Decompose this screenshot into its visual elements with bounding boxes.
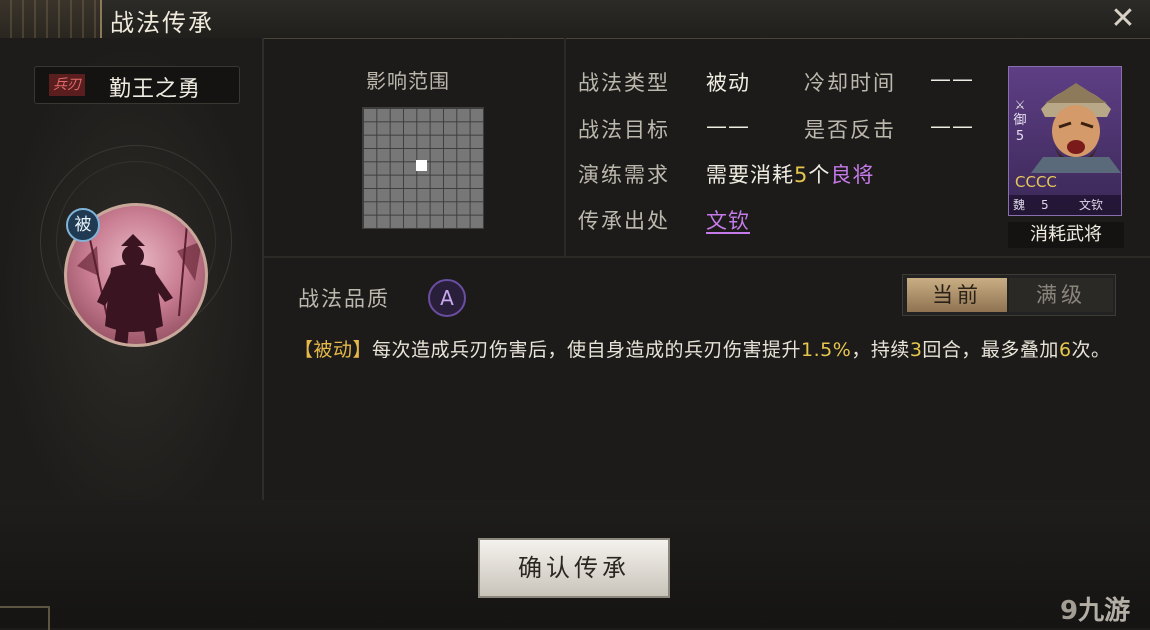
counterattack-value: ——	[930, 114, 974, 138]
skill-name-box: 兵刃 勤王之勇	[34, 66, 240, 104]
description-tag: 【被动】	[294, 339, 373, 361]
requirement-unit: 个	[808, 163, 831, 187]
consume-general-caption: 消耗武将	[1008, 222, 1124, 248]
skill-info-section: 影响范围 战法类型 被动 冷却时间 —— 战法目标 —— 是否反击 —— 演练需…	[264, 38, 1150, 256]
card-side-info: ⚔ 御 5	[1012, 97, 1028, 145]
skill-name: 勤王之勇	[109, 77, 202, 102]
skill-type-label: 战法类型	[578, 71, 670, 95]
watermark-text: 九游	[1078, 596, 1131, 626]
skill-target-label: 战法目标	[578, 118, 670, 142]
title-bar: 战法传承 ✕	[0, 0, 1150, 39]
general-portrait-icon	[1031, 83, 1121, 173]
close-button[interactable]: ✕	[1106, 2, 1140, 36]
requirement-prefix: 需要消耗	[706, 163, 794, 187]
watermark-icon: 9	[1060, 596, 1079, 626]
source-label: 传承出处	[578, 209, 670, 233]
description-part4: 次。	[1071, 339, 1111, 361]
level-toggle: 当前 满级	[902, 274, 1116, 316]
cooldown-value: ——	[930, 67, 974, 91]
requirement-quality: 良将	[830, 163, 875, 187]
toggle-max-level-button[interactable]: 满级	[1009, 278, 1113, 312]
counterattack-label: 是否反击	[804, 118, 896, 142]
quality-grade-badge: A	[428, 279, 466, 317]
range-center-cell	[416, 160, 427, 171]
section-divider	[564, 38, 566, 256]
requirement-value: 需要消耗5个良将	[706, 159, 874, 189]
requirement-count: 5	[794, 163, 809, 187]
description-stacks: 6	[1058, 339, 1072, 361]
range-label: 影响范围	[366, 69, 450, 93]
passive-type-badge: 被	[66, 208, 100, 242]
watermark-logo: 9九游	[1060, 590, 1130, 627]
card-cost: 5	[1041, 198, 1049, 212]
card-footer: 魏 5 文钦	[1009, 195, 1121, 215]
quality-label: 战法品质	[298, 287, 390, 311]
card-sword-icon: ⚔	[1014, 98, 1026, 112]
description-part3: 回合，最多叠加	[922, 339, 1059, 361]
confirm-inherit-button[interactable]: 确认传承	[478, 538, 670, 598]
description-part2: ，持续	[851, 339, 910, 361]
card-faction: 魏	[1013, 198, 1026, 212]
source-general-link[interactable]: 文钦	[706, 209, 750, 233]
skill-description: 【被动】每次造成兵刃伤害后，使自身造成的兵刃伤害提升1.5%，持续3回合，最多叠…	[294, 334, 1114, 366]
skill-type-value: 被动	[706, 71, 750, 95]
description-percent: 1.5%	[801, 339, 852, 361]
description-turns: 3	[909, 339, 923, 361]
card-troop-level: 5	[1015, 129, 1025, 144]
card-rank-stars: CCCC	[1015, 173, 1057, 191]
general-card[interactable]: ⚔ 御 5 CCCC 魏 5 文钦	[1008, 66, 1122, 216]
card-troop-type: 御	[1013, 113, 1027, 128]
quality-section: 战法品质 A 当前 满级 【被动】每次造成兵刃伤害后，使自身造成的兵刃伤害提升1…	[264, 258, 1150, 500]
source-value: 文钦	[706, 205, 750, 235]
requirement-label: 演练需求	[578, 163, 670, 187]
skill-target-value: ——	[706, 114, 750, 138]
title-fret-ornament	[0, 0, 102, 38]
corner-fret-ornament	[0, 606, 50, 630]
toggle-current-button[interactable]: 当前	[907, 278, 1007, 312]
description-part1: 每次造成兵刃伤害后，使自身造成的兵刃伤害提升	[372, 339, 802, 361]
skill-damage-tag: 兵刃	[49, 74, 85, 96]
card-general-name: 文钦	[1079, 198, 1104, 212]
cooldown-label: 冷却时间	[804, 71, 896, 95]
window-title: 战法传承	[110, 9, 214, 37]
